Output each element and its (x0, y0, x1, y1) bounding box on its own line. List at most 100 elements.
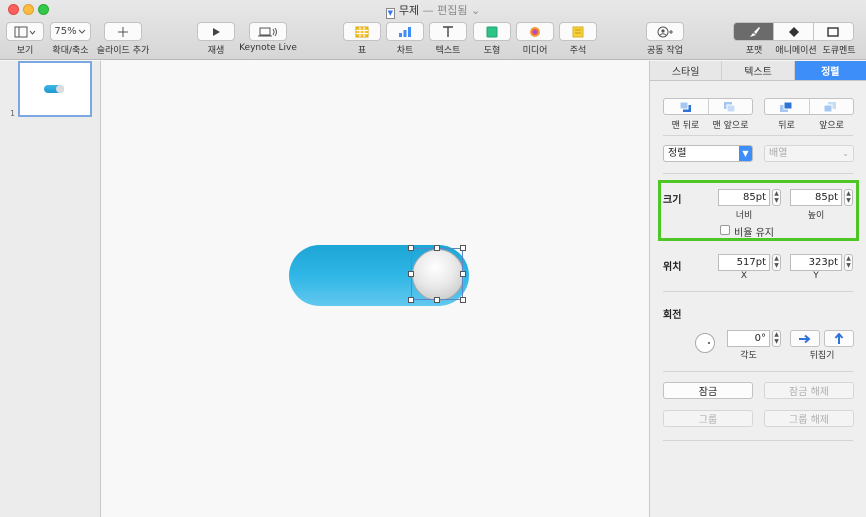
send-backward-label: 뒤로 (778, 121, 795, 131)
document-label: 도큐멘트 (822, 46, 856, 56)
align-value: 정렬 (668, 148, 687, 159)
play-button[interactable] (197, 22, 235, 41)
flip-vertical-button[interactable] (824, 330, 854, 347)
tab-text[interactable]: 텍스트 (722, 61, 795, 80)
sidebar-view-icon (14, 26, 36, 37)
keynote-live-label: Keynote Live (239, 43, 297, 53)
window-title: ▼ 무제 — 편집됨 ⌄ (0, 2, 866, 19)
shape-icon (486, 26, 498, 37)
collaborate-button[interactable] (646, 22, 684, 41)
thumbnail-toggle-shape (44, 85, 64, 93)
title-separator: — (422, 4, 434, 17)
unlock-button[interactable]: 잠금 해제 (764, 382, 854, 399)
table-button[interactable] (343, 22, 381, 41)
angle-field[interactable]: 0° (727, 330, 770, 347)
rotate-dial-indicator (708, 342, 710, 344)
x-label: X (740, 271, 748, 281)
toolbar: ▼ 무제 — 편집됨 ⌄ 보기 75% 확대/축소 슬라이드 추가 재생 Key… (0, 0, 866, 60)
bring-forward-label: 앞으로 (819, 121, 844, 131)
comment-icon (572, 26, 584, 37)
table-label: 표 (357, 46, 367, 56)
format-segment[interactable] (734, 23, 775, 40)
shape-button[interactable] (473, 22, 511, 41)
add-slide-label: 슬라이드 추가 (96, 46, 150, 56)
resize-handle-top-right[interactable] (460, 245, 466, 251)
resize-handle-right[interactable] (460, 271, 466, 277)
x-stepper[interactable]: ▲ ▼ (772, 254, 781, 271)
size-highlight-box (658, 180, 859, 241)
resize-handle-bottom-left[interactable] (408, 297, 414, 303)
flip-label: 뒤집기 (809, 351, 835, 361)
chevron-down-icon: ▼ (739, 146, 752, 161)
resize-handle-bottom[interactable] (434, 297, 440, 303)
slide-navigator (0, 61, 101, 517)
add-slide-button[interactable] (104, 22, 142, 41)
rotate-dial[interactable] (695, 333, 715, 353)
collaborate-label: 공동 작업 (647, 46, 683, 56)
flip-horizontal-button[interactable] (790, 330, 820, 347)
table-icon (355, 26, 369, 37)
y-position-field[interactable]: 323pt (790, 254, 842, 271)
distribute-value: 배열 (769, 148, 788, 159)
animate-diamond-icon (788, 26, 799, 37)
chart-button[interactable] (386, 22, 424, 41)
tab-arrange[interactable]: 정렬 (794, 61, 866, 80)
slide-number: 1 (10, 109, 16, 118)
arrow-right-icon (799, 334, 811, 343)
ungroup-button[interactable]: 그룹 해제 (764, 410, 854, 427)
keynote-window: ▼ 무제 — 편집됨 ⌄ 보기 75% 확대/축소 슬라이드 추가 재생 Key… (0, 0, 866, 517)
send-to-back-icon (679, 101, 691, 112)
align-dropdown[interactable]: 정렬 ▼ (663, 145, 753, 162)
title-chevron-icon[interactable]: ⌄ (471, 4, 480, 17)
chevron-down-icon (78, 29, 85, 34)
bring-to-front-button[interactable] (709, 99, 753, 114)
divider (663, 173, 853, 174)
resize-handle-top-left[interactable] (408, 245, 414, 251)
text-icon (443, 25, 453, 37)
zoom-dropdown[interactable]: 75% (50, 22, 91, 41)
divider (663, 440, 853, 441)
bring-to-front-label: 맨 앞으로 (712, 121, 749, 131)
bring-forward-button[interactable] (810, 99, 854, 114)
bring-to-front-icon (724, 101, 736, 112)
send-backward-button[interactable] (765, 99, 810, 114)
animate-label: 애니메이션 (775, 46, 817, 56)
angle-stepper[interactable]: ▲ ▼ (772, 330, 781, 347)
resize-handle-left[interactable] (408, 271, 414, 277)
shape-label: 도형 (483, 46, 501, 56)
keynote-document-icon: ▼ (385, 8, 395, 19)
bring-forward-icon (823, 101, 837, 112)
plus-icon (118, 26, 128, 37)
tab-style[interactable]: 스타일 (650, 61, 723, 80)
slide-thumbnail[interactable] (18, 61, 92, 117)
media-label: 미디어 (522, 46, 548, 56)
text-label: 텍스트 (435, 46, 461, 56)
media-button[interactable] (516, 22, 554, 41)
selection-box (411, 248, 463, 300)
resize-handle-bottom-right[interactable] (460, 297, 466, 303)
lock-button[interactable]: 잠금 (663, 382, 753, 399)
rotate-section-title: 회전 (663, 310, 682, 321)
inspector-mode-segment (733, 22, 854, 41)
send-to-back-button[interactable] (664, 99, 709, 114)
send-backward-icon (779, 101, 793, 112)
paintbrush-icon (749, 26, 760, 37)
resize-handle-top[interactable] (434, 245, 440, 251)
document-name: 무제 (398, 4, 420, 17)
distribute-dropdown[interactable]: 배열 ⌄ (764, 145, 854, 162)
document-segment[interactable] (813, 23, 853, 40)
edited-status[interactable]: 편집됨 (437, 4, 467, 17)
text-button[interactable] (429, 22, 467, 41)
group-button[interactable]: 그룹 (663, 410, 753, 427)
comment-button[interactable] (559, 22, 597, 41)
play-label: 재생 (207, 46, 225, 56)
view-button[interactable] (6, 22, 44, 41)
zoom-label: 확대/축소 (52, 46, 89, 56)
animate-segment[interactable] (774, 23, 814, 40)
x-position-field[interactable]: 517pt (718, 254, 770, 271)
y-stepper[interactable]: ▲ ▼ (844, 254, 853, 271)
send-bring-front-segment (663, 98, 753, 115)
backward-forward-segment (764, 98, 854, 115)
keynote-live-button[interactable] (249, 22, 287, 41)
arrow-up-icon (834, 332, 844, 344)
